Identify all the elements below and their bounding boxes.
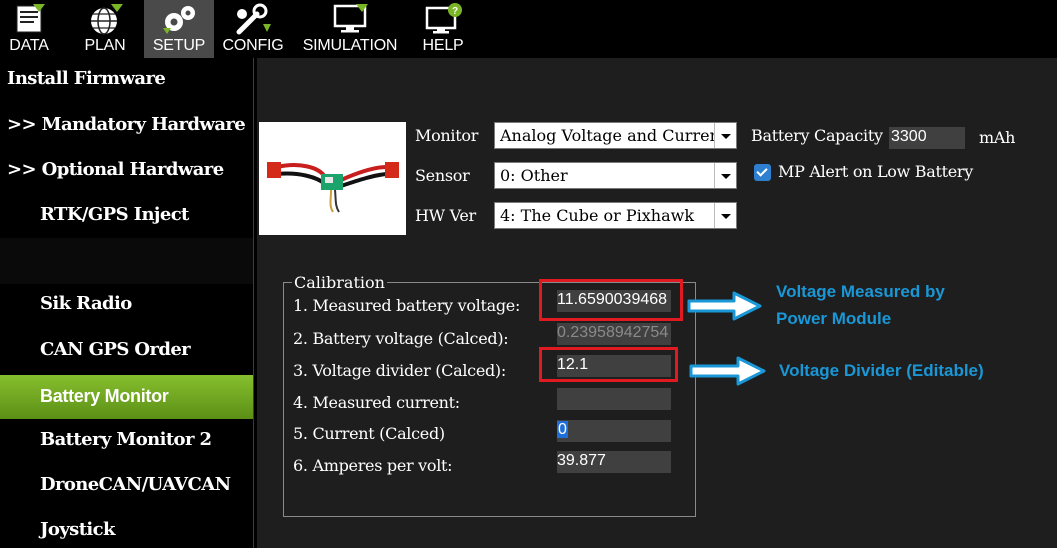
- battery-voltage-calced-value: 0.23958942754: [557, 323, 671, 345]
- sensor-dropdown-value: 0: Other: [500, 166, 568, 185]
- measured-voltage-highlight: [539, 279, 683, 321]
- power-module-image: [259, 122, 406, 235]
- measured-battery-voltage-label: 1. Measured battery voltage:: [293, 296, 521, 315]
- low-battery-alert-checkbox[interactable]: [754, 164, 771, 181]
- chevron-down-icon: [714, 163, 736, 188]
- voltage-divider-label: 3. Voltage divider (Calced):: [293, 361, 506, 380]
- current-calced-input[interactable]: 0: [557, 420, 671, 442]
- sidebar-item-joystick[interactable]: Joystick: [40, 519, 253, 540]
- current-calced-value: 0: [557, 421, 568, 438]
- sensor-label: Sensor: [415, 166, 470, 185]
- hw-ver-dropdown-value: 4: The Cube or Pixhawk: [500, 206, 695, 225]
- toolbar-setup-label: SETUP: [152, 37, 206, 54]
- annotation-voltage-measured-line1: Voltage Measured by: [776, 282, 945, 301]
- toolbar-plan-label: PLAN: [84, 37, 126, 54]
- measured-current-value: [557, 388, 671, 410]
- voltage-divider-highlight: [539, 347, 678, 382]
- toolbar-config-button[interactable]: CONFIG: [220, 0, 286, 58]
- toolbar-data-label: DATA: [9, 37, 49, 54]
- arrow-right-icon: [687, 291, 762, 321]
- sidebar-spacer: [0, 238, 253, 284]
- battery-capacity-unit: mAh: [979, 128, 1016, 147]
- battery-capacity-input[interactable]: 3300: [889, 127, 965, 149]
- amperes-per-volt-input[interactable]: 39.877: [557, 451, 671, 473]
- low-battery-alert-label: MP Alert on Low Battery: [778, 162, 974, 181]
- config-wrench-icon: [236, 3, 271, 35]
- toolbar-help-label: HELP: [422, 37, 464, 54]
- sidebar-item-mandatory-hardware[interactable]: >> Mandatory Hardware: [7, 114, 253, 135]
- sidebar-item-sik-radio[interactable]: Sik Radio: [40, 293, 253, 314]
- toolbar-simulation-button[interactable]: SIMULATION: [298, 0, 402, 58]
- monitor-dropdown-value: Analog Voltage and Current: [500, 126, 727, 145]
- sidebar-item-rtk-gps-inject[interactable]: RTK/GPS Inject: [40, 204, 253, 225]
- annotation-voltage-divider: Voltage Divider (Editable): [779, 361, 984, 380]
- svg-text:?: ?: [452, 6, 458, 17]
- sensor-dropdown[interactable]: 0: Other: [494, 162, 737, 189]
- measured-current-label: 4. Measured current:: [293, 393, 460, 412]
- current-calced-label: 5. Current (Calced): [293, 424, 445, 443]
- hw-ver-dropdown[interactable]: 4: The Cube or Pixhawk: [494, 202, 737, 229]
- sidebar-item-optional-hardware[interactable]: >> Optional Hardware: [7, 159, 253, 180]
- help-monitor-icon: ?: [425, 3, 462, 34]
- chevron-down-icon: [714, 123, 736, 148]
- chevron-down-icon: [714, 203, 736, 228]
- calibration-title: Calibration: [292, 273, 387, 292]
- toolbar-plan-button[interactable]: PLAN: [74, 0, 136, 58]
- sidebar-item-battery-monitor-2[interactable]: Battery Monitor 2: [40, 429, 253, 450]
- sidebar-item-dronecan-uavcan[interactable]: DroneCAN/UAVCAN: [40, 474, 253, 495]
- battery-voltage-calced-label: 2. Battery voltage (Calced):: [293, 329, 509, 348]
- annotation-voltage-measured-line2: Power Module: [776, 309, 892, 328]
- setup-gears-icon: [163, 6, 195, 34]
- top-toolbar: DATA PLAN SETUP CONFIG SIMULATION ? HELP: [0, 0, 1057, 58]
- amperes-per-volt-label: 6. Amperes per volt:: [293, 456, 453, 475]
- plan-globe-icon: [91, 4, 123, 35]
- battery-capacity-label: Battery Capacity: [751, 126, 883, 145]
- toolbar-setup-button[interactable]: SETUP: [144, 0, 214, 58]
- arrow-right-icon: [689, 356, 766, 386]
- monitor-label: Monitor: [415, 126, 479, 145]
- sidebar-item-battery-monitor-label: Battery Monitor: [40, 386, 169, 406]
- sidebar-item-battery-monitor[interactable]: Battery Monitor: [0, 375, 253, 419]
- hw-ver-label: HW Ver: [415, 206, 476, 225]
- toolbar-config-label: CONFIG: [222, 37, 284, 54]
- sidebar-item-can-gps-order[interactable]: CAN GPS Order: [40, 339, 253, 360]
- data-icon: [16, 4, 45, 33]
- toolbar-data-button[interactable]: DATA: [0, 0, 58, 58]
- panel-edge: [254, 58, 257, 548]
- simulation-monitor-icon: [333, 4, 368, 33]
- toolbar-help-button[interactable]: ? HELP: [412, 0, 474, 58]
- toolbar-simulation-label: SIMULATION: [302, 37, 398, 54]
- monitor-dropdown[interactable]: Analog Voltage and Current: [494, 122, 737, 149]
- sidebar-item-install-firmware[interactable]: Install Firmware: [7, 68, 253, 89]
